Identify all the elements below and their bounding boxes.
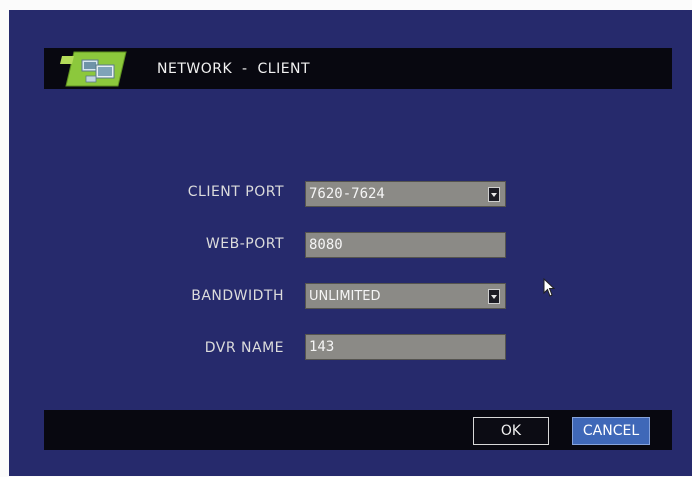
bandwidth-value: UNLIMITED	[309, 289, 381, 304]
cancel-button[interactable]: CANCEL	[572, 417, 650, 445]
client-port-dropdown[interactable]: 7620-7624	[305, 181, 506, 207]
client-port-value: 7620-7624	[309, 186, 385, 202]
chevron-down-icon[interactable]	[488, 289, 500, 304]
mouse-pointer-icon	[543, 278, 556, 297]
window-title: NETWORK - CLIENT	[157, 61, 311, 77]
ok-button[interactable]: OK	[473, 417, 549, 445]
dvr-name-label: DVR NAME	[204, 340, 284, 356]
bandwidth-dropdown[interactable]: UNLIMITED	[305, 283, 506, 309]
web-port-field[interactable]: 8080	[305, 232, 506, 258]
web-port-value: 8080	[309, 237, 343, 253]
title-bar: NETWORK - CLIENT	[44, 48, 672, 89]
web-port-label: WEB-PORT	[205, 236, 284, 252]
bandwidth-label: BANDWIDTH	[191, 288, 284, 304]
dvr-name-value: 143	[309, 339, 335, 355]
client-port-label: CLIENT PORT	[187, 184, 284, 200]
dvr-name-field[interactable]: 143	[305, 334, 506, 360]
chevron-down-icon[interactable]	[488, 187, 500, 202]
network-monitor-icon	[60, 51, 127, 87]
